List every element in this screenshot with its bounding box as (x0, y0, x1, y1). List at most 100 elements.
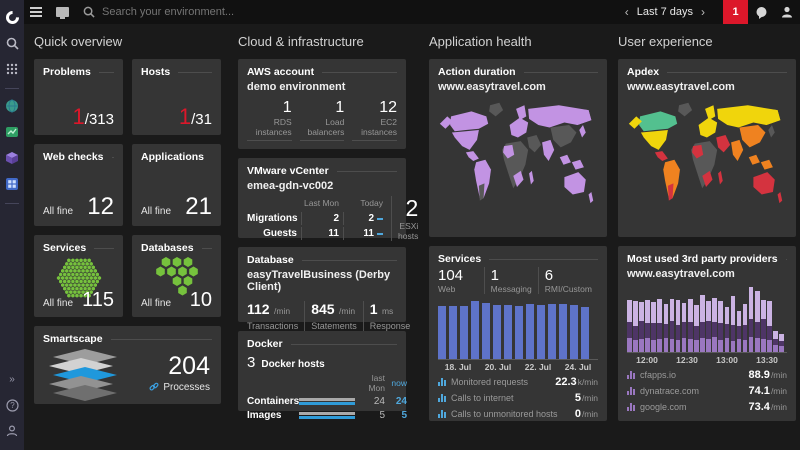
search-icon[interactable] (0, 31, 24, 55)
tile-title: Hosts (141, 66, 171, 78)
tile-services-chart[interactable]: Services 104 Web 1 Messaging 6 RMI/Custom 1… (429, 246, 607, 421)
metric-label: Monitored requests (451, 377, 529, 387)
world-map-apdex (628, 102, 783, 204)
dashboard-body: Quick overview Problems 1/313 Hosts 1/31… (24, 24, 800, 450)
status-text: All fine (141, 206, 172, 217)
metric-row[interactable]: Calls to internet 5/min (438, 392, 598, 404)
application-name: www.easytravel.com (627, 268, 735, 280)
metric-label: Calls to unmonitored hosts (451, 409, 558, 419)
web-checks-value: 12 (87, 193, 114, 220)
monitor-icon[interactable] (56, 7, 69, 19)
tile-aws-account[interactable]: AWS account demo environment 1 RDS instanc… (238, 59, 406, 149)
tile-title: VMware vCenter (247, 165, 329, 177)
mini-chart-icon (627, 387, 635, 395)
vcenter-name: emea-gdn-vc002 (247, 180, 334, 192)
link-icon (149, 382, 159, 391)
tile-docker[interactable]: Docker 3 Docker hosts last Mon now Contain… (238, 331, 407, 421)
tile-apdex[interactable]: Apdex www.easytravel.com (618, 59, 796, 237)
tile-title: Problems (43, 66, 91, 78)
tile-title: Smartscape (43, 333, 103, 345)
tile-title: Apdex (627, 66, 660, 78)
help-icon[interactable]: ? (0, 393, 24, 417)
aws-stat-ec2: 12 EC2 instances (352, 99, 397, 142)
tile-title: Database (247, 254, 294, 266)
vmware-table: Last Mon Today Migrations 2 2 Guests 11 1… (247, 196, 387, 241)
tile-title: Services (43, 242, 87, 254)
metric-row[interactable]: cfapps.io 88.9/min (627, 369, 787, 381)
globe-icon[interactable] (0, 94, 24, 118)
requests-metric-rows: Monitored requests 22.3 k/min Calls to inte… (438, 376, 598, 420)
status-text: All fine (43, 298, 74, 309)
chat-icon[interactable] (748, 0, 774, 24)
tile-web-checks[interactable]: Web checks All fine 12 (34, 144, 123, 226)
processes-label: Processes (163, 381, 210, 393)
database-name: easyTravelBusiness (Derby Client) (247, 269, 391, 293)
smartscape-layers-graphic (49, 349, 117, 401)
section-title-application-health: Application health (429, 34, 532, 49)
x-tick-label: 24. Jul (564, 362, 592, 372)
stat-messaging: 1 Messaging (483, 267, 538, 294)
docker-hosts-value: 3 (247, 354, 256, 371)
problems-badge[interactable]: 1 (723, 0, 748, 24)
chevron-left-icon[interactable]: ‹ (617, 0, 637, 24)
svg-text:?: ? (10, 401, 15, 410)
mini-chart-icon (438, 410, 446, 418)
hosts-value: 1/31 (178, 104, 212, 129)
x-tick-label: 13:00 (716, 355, 738, 365)
tile-title: Docker (247, 338, 283, 350)
application-name: www.easytravel.com (438, 81, 546, 93)
section-title-user-experience: User experience (618, 34, 713, 49)
chevron-right-icon[interactable]: › (693, 0, 713, 24)
metric-row[interactable]: Monitored requests 22.3 k/min (438, 376, 598, 388)
dynatrace-logo[interactable] (0, 5, 24, 29)
metric-label: cfapps.io (640, 370, 677, 380)
metric-label: google.com (640, 402, 687, 412)
apps-grid-icon[interactable] (0, 57, 24, 81)
providers-stacked-bar-chart (627, 285, 787, 353)
dynatrace-dashboard: » ? ‹ Last 7 days › 1 (0, 0, 800, 450)
tile-applications[interactable]: Applications All fine 21 (132, 144, 221, 226)
search-icon[interactable] (83, 6, 95, 18)
tile-title: Most used 3rd party providers (627, 253, 778, 265)
hamburger-menu-icon[interactable] (30, 7, 42, 17)
tile-title: AWS account (247, 66, 315, 78)
esxi-hosts-stat: 2 ESXi hosts (391, 195, 418, 242)
tile-problems[interactable]: Problems 1/313 (34, 59, 123, 135)
metric-row[interactable]: dynatrace.com 74.1/min (627, 385, 787, 397)
hosts-grid-icon[interactable] (0, 172, 24, 196)
metric-value: 88.9 (748, 369, 770, 381)
metric-label: dynatrace.com (640, 386, 700, 396)
stat-rmi-custom: 6 RMI/Custom (537, 267, 598, 294)
search-input[interactable] (102, 6, 322, 18)
aws-stat-load-balancers: 1 Load balancers (299, 99, 345, 142)
docker-bar-images (299, 412, 355, 419)
metric-unit: /min (581, 393, 598, 403)
status-text: All fine (141, 298, 172, 309)
tile-databases[interactable]: Databases All fine 10 (132, 235, 221, 317)
synthetic-icon[interactable] (0, 120, 24, 144)
tile-database[interactable]: Database easyTravelBusiness (Derby Clien… (238, 247, 410, 341)
metric-unit: /min (581, 409, 598, 419)
metric-row[interactable]: google.com 73.4/min (627, 401, 787, 413)
aws-environment-name: demo environment (247, 81, 346, 93)
tile-action-duration[interactable]: Action duration www.easytravel.com (429, 59, 607, 237)
sidebar-divider (5, 203, 19, 204)
metric-row[interactable]: Calls to unmonitored hosts 0/min (438, 408, 598, 420)
tile-services[interactable]: Services All fine 115 (34, 235, 123, 317)
x-tick-label: 13:30 (756, 355, 778, 365)
tile-title: Web checks (43, 151, 104, 163)
tile-title: Services (438, 253, 482, 265)
tile-hosts[interactable]: Hosts 1/31 (132, 59, 221, 135)
docker-bar-containers (299, 398, 355, 405)
tile-smartscape[interactable]: Smartscape 204 Processes (34, 326, 221, 404)
user-profile-icon[interactable] (0, 419, 24, 443)
expand-icon[interactable]: » (0, 367, 24, 391)
user-icon[interactable] (774, 0, 800, 24)
sidebar-divider (5, 88, 19, 89)
aws-stat-rds: 1 RDS instances (247, 99, 292, 142)
tile-3rd-party-providers[interactable]: Most used 3rd party providers www.easytr… (618, 246, 796, 421)
smartscape-cube-icon[interactable] (0, 146, 24, 170)
timeframe-selector[interactable]: Last 7 days (637, 6, 693, 18)
tile-vmware-vcenter[interactable]: VMware vCenter emea-gdn-vc002 Last Mon To… (238, 158, 418, 242)
providers-chart-x-axis: 12:00 12:30 13:00 13:30 (627, 355, 787, 365)
